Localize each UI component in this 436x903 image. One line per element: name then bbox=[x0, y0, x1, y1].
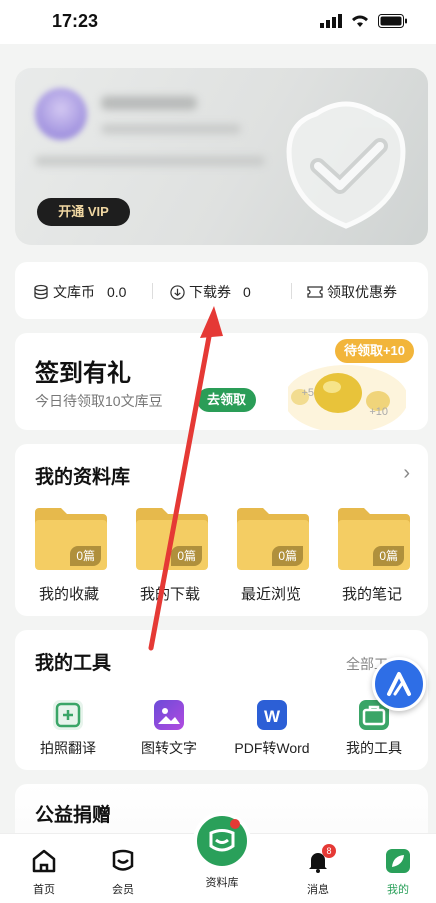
signal-icon bbox=[320, 14, 342, 28]
wifi-icon bbox=[352, 15, 368, 27]
signin-subtitle: 今日待领取10文库豆 bbox=[35, 393, 163, 409]
blurred-info-line bbox=[101, 124, 241, 134]
plus10-label: +10 bbox=[369, 406, 388, 418]
avatar[interactable] bbox=[35, 88, 87, 140]
folder-downloads[interactable]: 0篇 bbox=[136, 502, 208, 570]
tool-photo-translate[interactable]: 拍照翻译 bbox=[18, 700, 118, 758]
vip-shield-check-icon bbox=[286, 101, 406, 229]
plus5-label: +5 bbox=[301, 387, 314, 399]
tab-library-center[interactable] bbox=[193, 812, 251, 870]
status-icons bbox=[320, 14, 408, 28]
ai-assistant-button[interactable] bbox=[372, 657, 426, 711]
status-time: 17:23 bbox=[52, 11, 99, 31]
charity-title: 公益捐赠 bbox=[35, 805, 112, 826]
status-bar: 17:23 bbox=[0, 0, 436, 44]
claim-button[interactable]: 去领取 bbox=[197, 388, 257, 412]
pdf-to-word-icon: W bbox=[257, 700, 287, 730]
folder-recent[interactable]: 0篇 bbox=[237, 502, 309, 570]
tab-library-label: 资料库 bbox=[205, 877, 239, 889]
tools-title: 我的工具 bbox=[35, 653, 112, 674]
folder-count: 0篇 bbox=[70, 546, 101, 566]
folder-label[interactable]: 我的收藏 bbox=[19, 583, 119, 604]
member-icon bbox=[112, 849, 134, 871]
chevron-right-icon[interactable]: › bbox=[403, 462, 410, 485]
messages-badge: 8 bbox=[322, 844, 336, 858]
coins-value: 0.0 bbox=[107, 284, 127, 300]
tab-label: 我的 bbox=[387, 884, 409, 896]
blurred-username bbox=[101, 96, 197, 110]
folder-label[interactable]: 我的下载 bbox=[120, 583, 220, 604]
tool-label: PDF转Word bbox=[234, 740, 310, 756]
folder-label[interactable]: 我的笔记 bbox=[322, 583, 422, 604]
discount-label: 领取优惠券 bbox=[327, 284, 397, 300]
tool-label: 图转文字 bbox=[141, 740, 197, 756]
folder-count: 0篇 bbox=[171, 546, 202, 566]
tab-messages[interactable]: 8 消息 bbox=[288, 844, 348, 897]
coins-icon bbox=[34, 284, 48, 300]
claim-discount-link[interactable]: 领取优惠券 bbox=[307, 282, 397, 302]
mine-leaf-icon bbox=[386, 849, 410, 873]
wallet-stats-card: 文库币 0.0 下载券 0 领取优惠券 bbox=[15, 262, 428, 319]
tool-image-to-text[interactable]: 图转文字 bbox=[119, 700, 219, 758]
pending-reward-badge: 待领取+10 bbox=[334, 339, 414, 363]
folder-favorites[interactable]: 0篇 bbox=[35, 502, 107, 570]
divider bbox=[152, 283, 153, 299]
folder-count: 0篇 bbox=[272, 546, 303, 566]
download-icon bbox=[170, 284, 185, 300]
tab-home[interactable]: 首页 bbox=[14, 848, 74, 897]
battery-icon bbox=[378, 14, 407, 28]
blurred-info-line bbox=[35, 156, 265, 166]
tab-mine[interactable]: 我的 bbox=[368, 848, 428, 897]
folder-count: 0篇 bbox=[373, 546, 404, 566]
library-basket-icon bbox=[209, 819, 240, 852]
ticket-icon bbox=[307, 286, 323, 298]
coupons-label: 下载券 bbox=[189, 284, 231, 300]
coupons-stat[interactable]: 下载券 0 bbox=[170, 282, 251, 302]
tab-label: 首页 bbox=[33, 884, 55, 896]
folder-notes[interactable]: 0篇 bbox=[338, 502, 410, 570]
image-to-text-icon bbox=[154, 700, 184, 730]
my-library-card: 我的资料库 › 0篇 我的收藏 0篇 我的下载 0篇 最近浏览 0篇 我的笔记 bbox=[15, 444, 428, 616]
coins-stat[interactable]: 文库币 0.0 bbox=[33, 282, 126, 302]
folder-label[interactable]: 最近浏览 bbox=[221, 583, 321, 604]
signin-card[interactable]: 签到有礼 今日待领取10文库豆 去领取 +5 +10 待领取+10 bbox=[15, 333, 428, 430]
divider bbox=[291, 283, 292, 299]
my-tools-card: 我的工具 全部工 拍照翻译 图转文字 W PDF转Word 我的工具 bbox=[15, 630, 428, 770]
coupons-value: 0 bbox=[243, 284, 251, 300]
svg-text:W: W bbox=[264, 707, 281, 726]
home-icon bbox=[32, 849, 56, 873]
camera-translate-icon bbox=[53, 700, 83, 730]
tab-label: 消息 bbox=[307, 884, 329, 896]
coins-label: 文库币 bbox=[53, 284, 95, 300]
library-title: 我的资料库 bbox=[35, 467, 131, 488]
tool-label: 我的工具 bbox=[346, 740, 402, 756]
signin-title: 签到有礼 bbox=[35, 360, 131, 387]
tab-member[interactable]: 会员 bbox=[93, 848, 153, 897]
tool-label: 拍照翻译 bbox=[40, 740, 96, 756]
ai-assistant-icon bbox=[387, 672, 411, 696]
vip-card[interactable]: 开通 VIP bbox=[15, 68, 428, 245]
tool-pdf-to-word[interactable]: W PDF转Word bbox=[222, 700, 322, 758]
tab-label: 会员 bbox=[112, 884, 134, 896]
open-vip-button[interactable]: 开通 VIP bbox=[37, 198, 130, 226]
